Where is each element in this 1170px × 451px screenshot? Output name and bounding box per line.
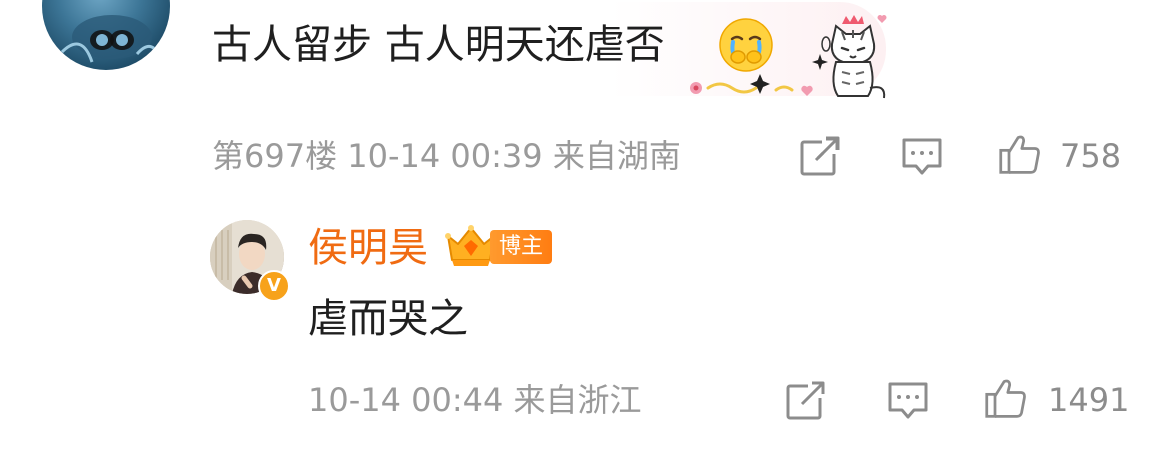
crying-emoji-icon bbox=[719, 18, 773, 72]
cat-sticker-icon bbox=[812, 15, 887, 99]
reply-like-count: 1491 bbox=[1048, 381, 1130, 419]
commenter-avatar[interactable] bbox=[42, 0, 170, 70]
comment-meta: 第697楼 10-14 00:39 来自湖南 bbox=[212, 136, 681, 176]
thumbs-up-icon[interactable] bbox=[984, 376, 1028, 420]
share-icon[interactable] bbox=[798, 134, 842, 178]
comment-date: 10-14 00:39 bbox=[347, 137, 543, 175]
comment-like-count: 758 bbox=[1060, 137, 1122, 175]
reply-date: 10-14 00:44 bbox=[308, 381, 504, 419]
comment-floor: 第697楼 bbox=[212, 137, 338, 175]
reply-username[interactable]: 侯明昊 bbox=[308, 224, 428, 272]
share-icon[interactable] bbox=[784, 378, 828, 422]
blogger-badge: 博主 bbox=[490, 230, 552, 264]
comment-location: 来自湖南 bbox=[552, 137, 681, 175]
reply-meta: 10-14 00:44 来自浙江 bbox=[308, 380, 642, 420]
comment-icon[interactable] bbox=[900, 134, 944, 178]
sparkle-decoration-icon bbox=[690, 74, 813, 96]
reply-location: 来自浙江 bbox=[513, 381, 642, 419]
comment-text: 古人留步 古人明天还虐否 bbox=[212, 22, 665, 68]
verified-badge: V bbox=[258, 270, 290, 302]
comment-icon[interactable] bbox=[886, 378, 930, 422]
thumbs-up-icon[interactable] bbox=[998, 132, 1042, 176]
reply-text: 虐而哭之 bbox=[308, 296, 468, 342]
